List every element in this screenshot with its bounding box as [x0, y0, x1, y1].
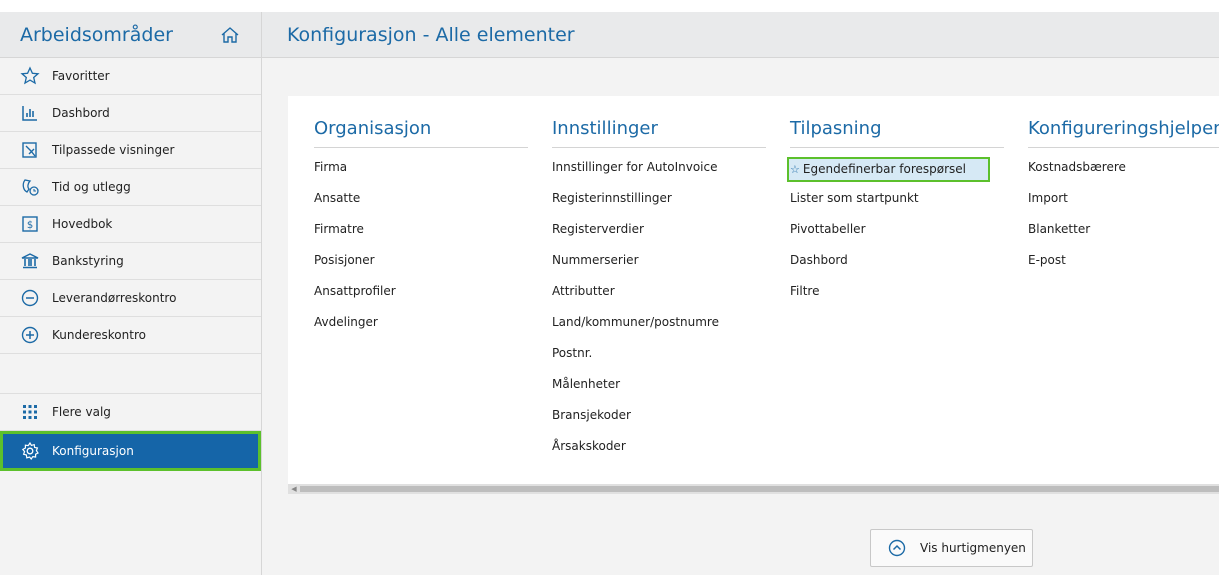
link-firmatre[interactable]: Firmatre: [314, 219, 528, 250]
link-label: Egendefinerbar forespørsel: [802, 162, 966, 176]
link-malenheter[interactable]: Målenheter: [552, 374, 766, 405]
column-title: Innstillinger: [552, 118, 766, 148]
link-nummerserier[interactable]: Nummerserier: [552, 250, 766, 281]
column-tilpasning: Tilpasning ☆ Egendefinerbar forespørsel L…: [787, 118, 1004, 312]
workspace-sidebar: Arbeidsområder Favoritter Dashbord Tilpa…: [0, 12, 262, 575]
sidebar-spacer: [0, 354, 261, 394]
column-konfigureringshjelpen: Konfigureringshjelpen Kostnadsbærere Imp…: [1028, 118, 1219, 281]
sidebar-item-label: Flere valg: [52, 405, 111, 419]
scroll-left-icon[interactable]: ◀: [288, 484, 300, 494]
link-arsakskoder[interactable]: Årsakskoder: [552, 436, 766, 467]
column-list: Kostnadsbærere Import Blanketter E-post: [1028, 157, 1219, 281]
custom-view-icon: [20, 140, 40, 160]
link-firma[interactable]: Firma: [314, 157, 528, 188]
sidebar-item-kundereskontro[interactable]: Kundereskontro: [0, 317, 261, 354]
link-posisjoner[interactable]: Posisjoner: [314, 250, 528, 281]
sidebar-item-bankstyring[interactable]: Bankstyring: [0, 243, 261, 280]
column-list: ☆ Egendefinerbar forespørsel Lister som s…: [787, 157, 1004, 312]
star-icon: ☆: [790, 163, 800, 176]
minus-circle-icon: [20, 288, 40, 308]
sidebar-menu: Favoritter Dashbord Tilpassede visninger…: [0, 58, 261, 471]
star-icon: [20, 66, 40, 86]
sidebar-item-label: Dashbord: [52, 106, 110, 120]
column-innstillinger: Innstillinger Innstillinger for AutoInvo…: [552, 118, 766, 467]
sidebar-item-label: Bankstyring: [52, 254, 124, 268]
column-organisasjon: Organisasjon Firma Ansatte Firmatre Posi…: [314, 118, 528, 343]
link-blanketter[interactable]: Blanketter: [1028, 219, 1219, 250]
sidebar-item-favoritter[interactable]: Favoritter: [0, 58, 261, 95]
link-registerinnstillinger[interactable]: Registerinnstillinger: [552, 188, 766, 219]
link-bransjekoder[interactable]: Bransjekoder: [552, 405, 766, 436]
page-header: Konfigurasjon - Alle elementer: [262, 12, 1219, 58]
link-registerverdier[interactable]: Registerverdier: [552, 219, 766, 250]
link-land-kommuner-postnumre[interactable]: Land/kommuner/postnumre: [552, 312, 766, 343]
svg-text:$: $: [27, 220, 33, 231]
sidebar-item-label: Kundereskontro: [52, 328, 146, 342]
sidebar-item-tilpassede-visninger[interactable]: Tilpassede visninger: [0, 132, 261, 169]
column-list: Firma Ansatte Firmatre Posisjoner Ansatt…: [314, 157, 528, 343]
link-innstillinger-autoinvoice[interactable]: Innstillinger for AutoInvoice: [552, 157, 766, 188]
link-kostnadsbaerere[interactable]: Kostnadsbærere: [1028, 157, 1219, 188]
sidebar-title: Arbeidsområder: [20, 23, 173, 46]
sidebar-item-label: Hovedbok: [52, 217, 113, 231]
sidebar-item-flere-valg[interactable]: Flere valg: [0, 394, 261, 431]
column-title: Tilpasning: [790, 118, 1004, 148]
chevron-up-circle-icon: [888, 539, 906, 557]
link-ansattprofiler[interactable]: Ansattprofiler: [314, 281, 528, 312]
sidebar-item-hovedbok[interactable]: $ Hovedbok: [0, 206, 261, 243]
sidebar-item-leverandorreskontro[interactable]: Leverandørreskontro: [0, 280, 261, 317]
horizontal-scrollbar[interactable]: ◀: [288, 484, 1219, 494]
grid-dots-icon: [20, 402, 40, 422]
sidebar-header: Arbeidsområder: [0, 12, 261, 58]
column-title: Konfigureringshjelpen: [1028, 118, 1219, 148]
link-lister-som-startpunkt[interactable]: Lister som startpunkt: [790, 188, 1004, 219]
sidebar-item-tid-og-utlegg[interactable]: Tid og utlegg: [0, 169, 261, 206]
sidebar-item-label: Leverandørreskontro: [52, 291, 177, 305]
time-expense-icon: [20, 177, 40, 197]
link-ansatte[interactable]: Ansatte: [314, 188, 528, 219]
sidebar-item-label: Konfigurasjon: [52, 444, 134, 458]
column-title: Organisasjon: [314, 118, 528, 148]
show-quick-menu-label: Vis hurtigmenyen: [920, 541, 1026, 555]
sidebar-item-label: Tilpassede visninger: [52, 143, 175, 157]
link-dashbord[interactable]: Dashbord: [790, 250, 1004, 281]
gear-icon: [20, 441, 40, 461]
link-postnr[interactable]: Postnr.: [552, 343, 766, 374]
link-attributter[interactable]: Attributter: [552, 281, 766, 312]
bank-icon: [20, 251, 40, 271]
link-pivottabeller[interactable]: Pivottabeller: [790, 219, 1004, 250]
sidebar-item-dashbord[interactable]: Dashbord: [0, 95, 261, 132]
sidebar-item-label: Tid og utlegg: [52, 180, 131, 194]
ledger-icon: $: [20, 214, 40, 234]
link-egendefinerbar-foresporsel[interactable]: ☆ Egendefinerbar forespørsel: [787, 157, 990, 182]
link-avdelinger[interactable]: Avdelinger: [314, 312, 528, 343]
bar-chart-icon: [20, 103, 40, 123]
config-panel: Organisasjon Firma Ansatte Firmatre Posi…: [288, 96, 1219, 485]
link-import[interactable]: Import: [1028, 188, 1219, 219]
main-content: Organisasjon Firma Ansatte Firmatre Posi…: [262, 58, 1219, 575]
scrollbar-thumb[interactable]: [300, 486, 1219, 492]
show-quick-menu-button[interactable]: Vis hurtigmenyen: [870, 529, 1033, 567]
sidebar-item-label: Favoritter: [52, 69, 110, 83]
link-e-post[interactable]: E-post: [1028, 250, 1219, 281]
page-title: Konfigurasjon - Alle elementer: [287, 23, 575, 46]
home-icon[interactable]: [219, 24, 241, 46]
plus-circle-icon: [20, 325, 40, 345]
link-filtre[interactable]: Filtre: [790, 281, 1004, 312]
column-list: Innstillinger for AutoInvoice Registerin…: [552, 157, 766, 467]
sidebar-item-konfigurasjon[interactable]: Konfigurasjon: [0, 431, 261, 471]
